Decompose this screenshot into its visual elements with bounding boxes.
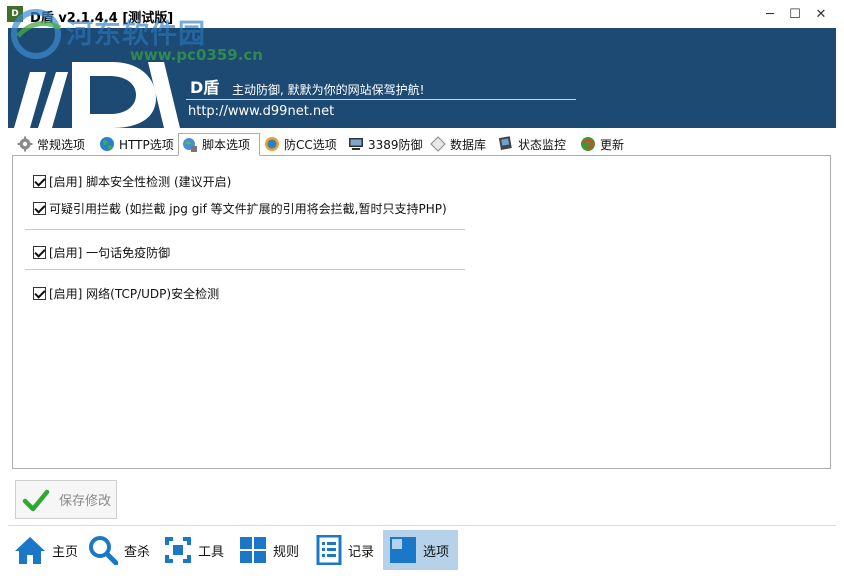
- nav-options[interactable]: 选项: [383, 530, 458, 570]
- nav-label: 规则: [273, 544, 300, 560]
- monitor-icon: [349, 138, 363, 150]
- log-icon: [316, 535, 342, 565]
- monitor-status-icon: [498, 136, 512, 150]
- tab-label: 更新: [600, 137, 625, 152]
- nav-scan[interactable]: 查杀: [86, 530, 156, 570]
- option-network-security-check[interactable]: [启用] 网络(TCP/UDP)安全检测: [33, 285, 219, 301]
- checkbox[interactable]: [33, 201, 46, 215]
- tab-label: 3389防御: [368, 137, 423, 152]
- option-suspicious-reference-block[interactable]: 可疑引用拦截 (如拦截 jpg gif 等文件扩展的引用将会拦截,暂时只支持PH…: [33, 200, 447, 216]
- tab-general[interactable]: 常规选项: [14, 133, 96, 155]
- bottom-divider: [8, 525, 836, 526]
- tab-label: 常规选项: [37, 137, 86, 152]
- nav-label: 查杀: [124, 544, 151, 560]
- option-label: 可疑引用拦截 (如拦截 jpg gif 等文件扩展的引用将会拦截,暂时只支持PH…: [49, 201, 447, 216]
- bottom-nav: 主页 查杀 工具 规则 记录 选项: [8, 530, 836, 570]
- update-icon: [581, 137, 595, 151]
- checkmark-icon: [22, 489, 50, 511]
- nav-label: 主页: [52, 544, 79, 560]
- maximize-button[interactable]: ☐: [783, 4, 807, 26]
- tab-http[interactable]: HTTP选项: [96, 133, 178, 155]
- option-label: [启用] 网络(TCP/UDP)安全检测: [49, 286, 220, 301]
- separator: [25, 229, 465, 230]
- watermark-url: www.pc0359.cn: [130, 46, 263, 64]
- options-tabbar: 常规选项 HTTP选项 脚本选项 防CC选项 3389防御 数据库 状态监控 更…: [12, 133, 832, 156]
- nav-label: 工具: [198, 544, 225, 560]
- save-button[interactable]: 保存修改: [15, 480, 117, 519]
- tab-update[interactable]: 更新: [577, 133, 637, 155]
- option-label: [启用] 一句话免疫防御: [49, 245, 171, 260]
- checkbox[interactable]: [33, 174, 46, 188]
- separator: [25, 269, 465, 270]
- rules-icon: [240, 537, 266, 563]
- database-icon: [430, 136, 446, 152]
- save-button-label: 保存修改: [59, 494, 112, 509]
- banner-slogan: 主动防御, 默默为你的网站保驾护航!: [232, 83, 425, 97]
- option-script-security-check[interactable]: [启用] 脚本安全性检测 (建议开启): [33, 173, 231, 189]
- nav-rules[interactable]: 规则: [237, 530, 307, 570]
- banner-brand: D盾: [190, 78, 220, 97]
- tab-label: 脚本选项: [202, 138, 251, 152]
- watermark-logo: [11, 9, 62, 59]
- banner-divider: [186, 99, 576, 100]
- banner-url[interactable]: http://www.d99net.net: [188, 104, 334, 119]
- globe-icon: [100, 137, 114, 151]
- gear-icon: [17, 136, 33, 152]
- nav-label: 选项: [423, 544, 450, 560]
- tab-label: 数据库: [450, 137, 487, 152]
- nav-label: 记录: [348, 544, 375, 560]
- checkbox[interactable]: [33, 286, 46, 300]
- tab-label: 状态监控: [518, 137, 567, 152]
- tab-anti-cc[interactable]: 防CC选项: [261, 133, 345, 155]
- tab-label: 防CC选项: [284, 137, 337, 152]
- options-icon: [390, 537, 416, 563]
- shield-globe-icon: [265, 137, 279, 151]
- tab-database[interactable]: 数据库: [427, 133, 495, 155]
- script-icon: [183, 137, 197, 152]
- minimize-button[interactable]: ─: [758, 4, 782, 26]
- nav-log[interactable]: 记录: [314, 530, 384, 570]
- search-icon: [89, 536, 118, 565]
- home-icon: [15, 537, 45, 564]
- checkbox[interactable]: [33, 245, 46, 259]
- tools-icon: [165, 537, 191, 563]
- tab-script[interactable]: 脚本选项: [178, 133, 260, 156]
- nav-home[interactable]: 主页: [12, 530, 82, 570]
- tab-status-monitor[interactable]: 状态监控: [495, 133, 577, 155]
- close-button[interactable]: ✕: [809, 4, 833, 26]
- option-label: [启用] 脚本安全性检测 (建议开启): [49, 174, 232, 189]
- tab-label: HTTP选项: [119, 137, 174, 152]
- option-one-line-immunity[interactable]: [启用] 一句话免疫防御: [33, 244, 170, 260]
- nav-tools[interactable]: 工具: [162, 530, 232, 570]
- tab-3389[interactable]: 3389防御: [345, 133, 427, 155]
- script-options-panel: [启用] 脚本安全性检测 (建议开启) 可疑引用拦截 (如拦截 jpg gif …: [12, 155, 831, 469]
